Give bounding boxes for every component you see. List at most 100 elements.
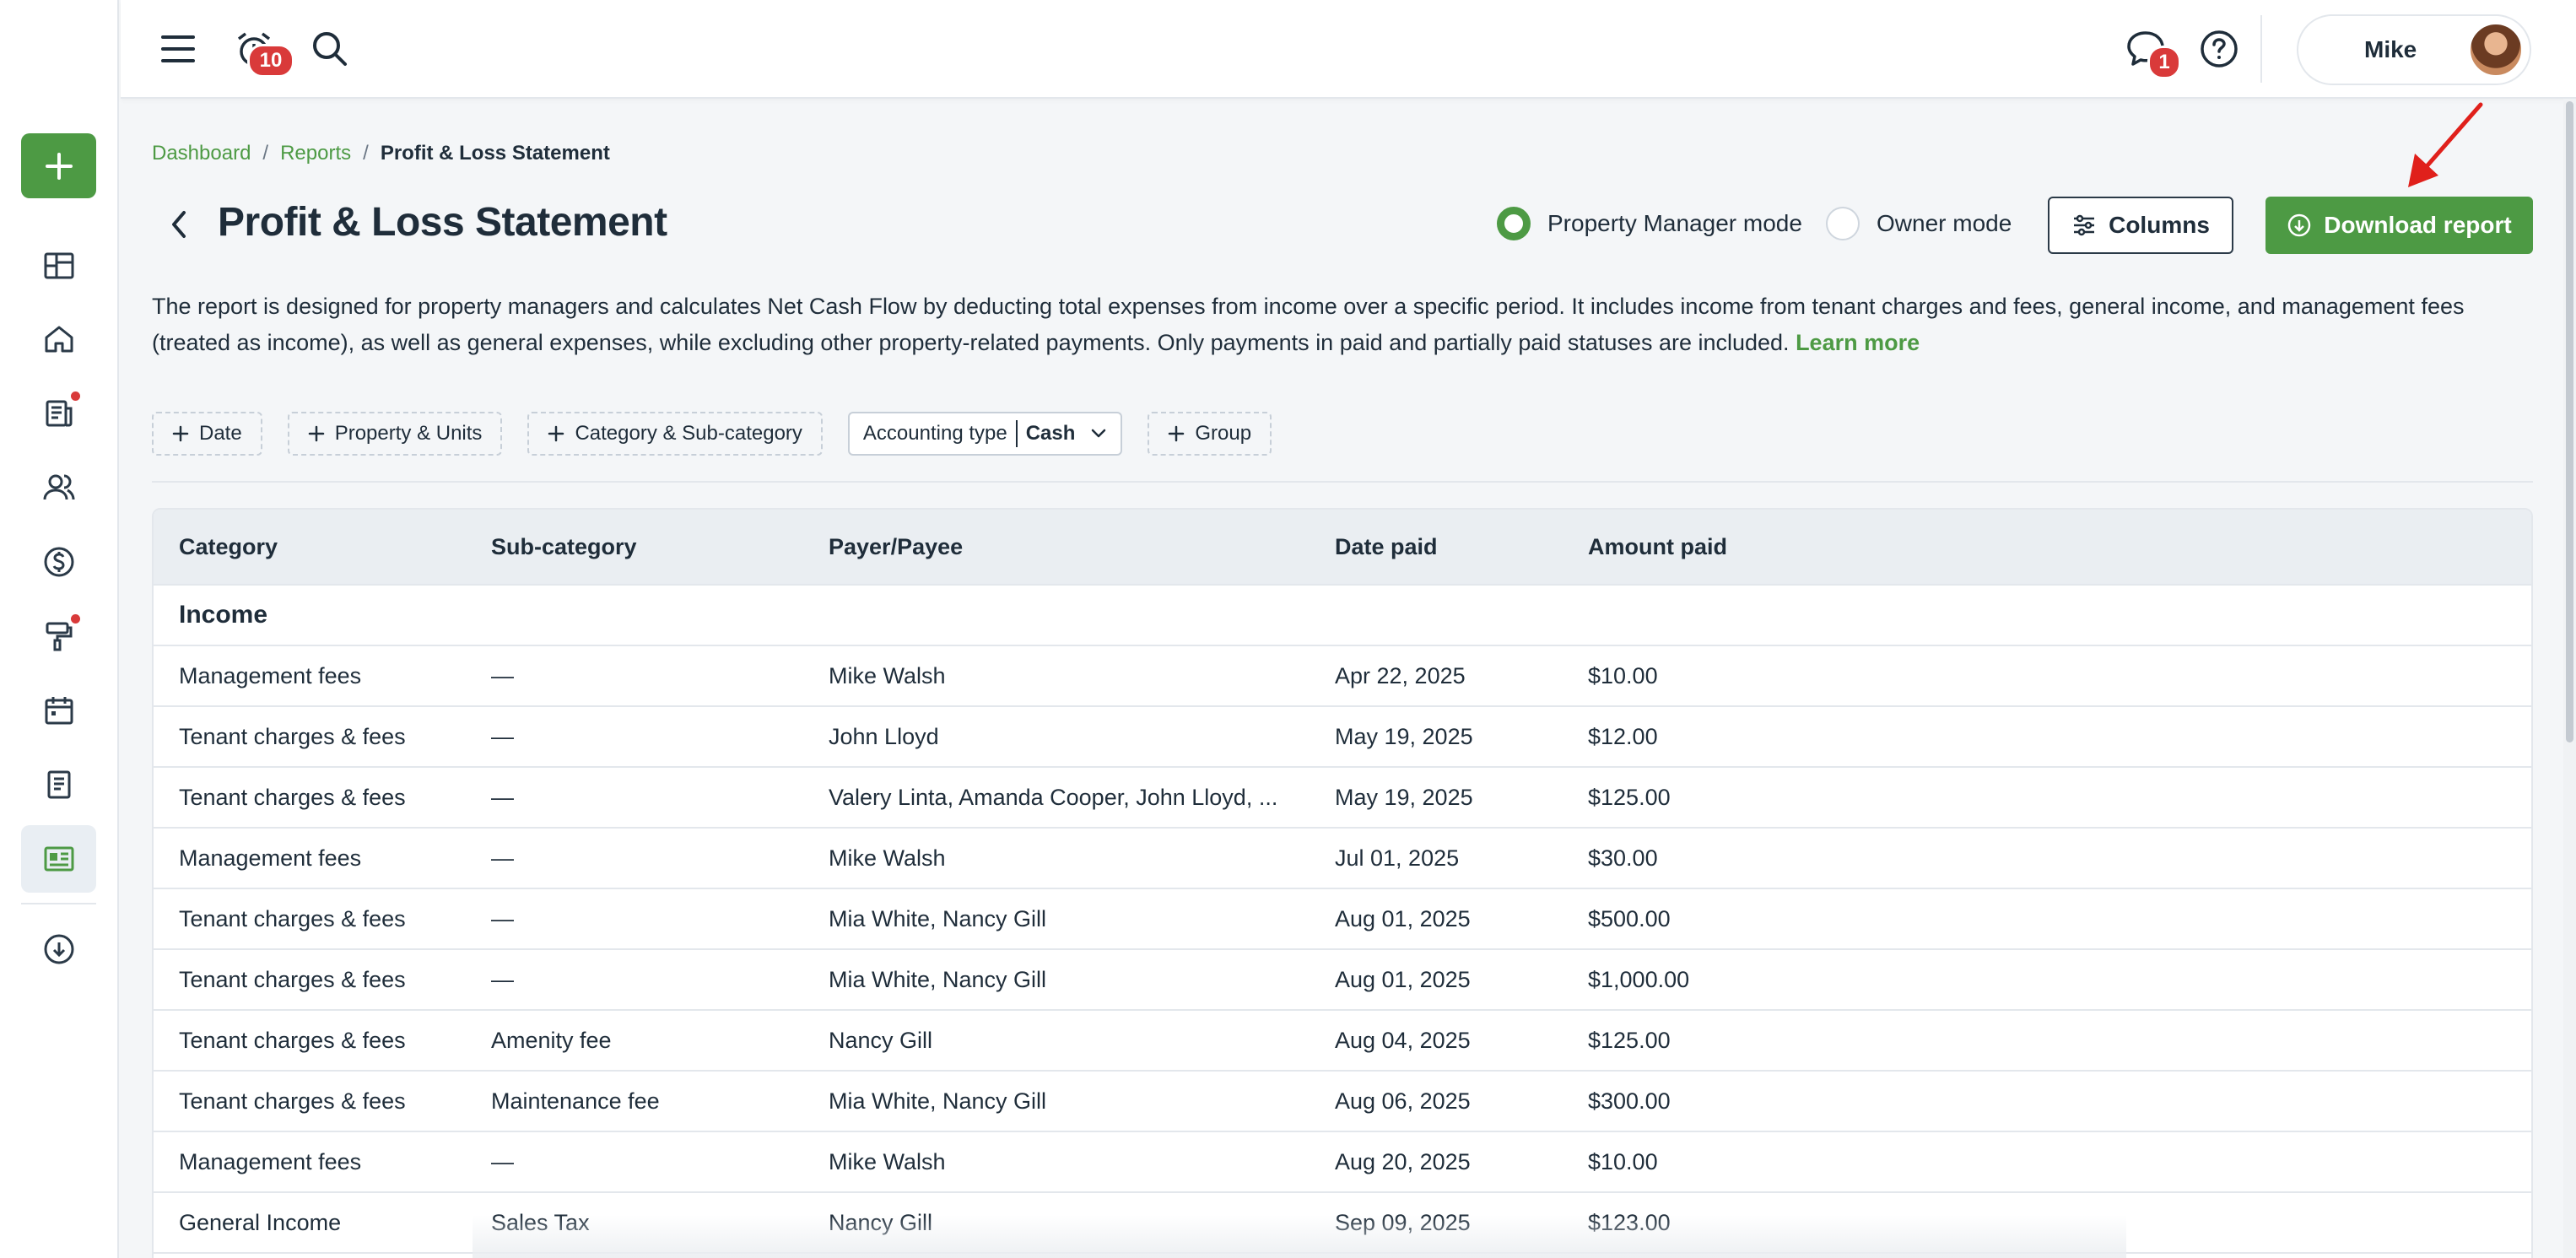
cell-payer-payee: John Lloyd (829, 723, 939, 749)
download-report-label: Download report (2324, 212, 2512, 238)
breadcrumb-reports[interactable]: Reports (280, 142, 351, 165)
cell-category: Tenant charges & fees (179, 1027, 406, 1053)
hamburger-icon (161, 35, 195, 62)
download-report-button[interactable]: Download report (2265, 197, 2533, 254)
cell-date-paid: May 19, 2025 (1335, 784, 1473, 810)
cell-payer-payee: Mia White, Nancy Gill (829, 905, 1047, 931)
table-row[interactable]: Management fees — Mike Walsh Apr 22, 2025 $1… (154, 646, 2531, 707)
page-title: Profit & Loss Statement (218, 200, 667, 245)
cell-payer-payee: Mia White, Nancy Gill (829, 966, 1047, 992)
document-icon (47, 770, 70, 799)
cell-amount-paid: $10.00 (1588, 1148, 1658, 1174)
search-button[interactable] (306, 25, 354, 73)
group-filter-chip[interactable]: Group (1148, 412, 1272, 456)
radio-unselected-icon (1826, 207, 1860, 240)
avatar (2469, 23, 2523, 77)
table-row[interactable]: Tenant charges & fees Amenity fee Nancy Gi… (154, 1011, 2531, 1072)
cell-amount-paid: $125.00 (1588, 784, 1671, 810)
cell-category: Tenant charges & fees (179, 905, 406, 931)
report-table: Category Sub-category Payer/Payee Date p… (152, 508, 2533, 1258)
property-manager-mode-radio[interactable]: Property Manager mode (1497, 207, 1802, 240)
table-row[interactable]: Tenant charges & fees — John Lloyd May 19, … (154, 707, 2531, 768)
cell-sub-category: — (491, 966, 514, 992)
sidebar-item-dashboard[interactable] (21, 232, 96, 300)
header-amount-paid[interactable]: Amount paid (1588, 534, 1727, 560)
accounting-type-value: Cash (1025, 422, 1076, 445)
date-filter-label: Date (199, 422, 242, 445)
sidebar-item-documents[interactable] (21, 751, 96, 818)
table-row[interactable]: Management fees — Mike Walsh Aug 20, 2025 $1… (154, 1132, 2531, 1193)
cell-payer-payee: Valery Linta, Amanda Cooper, John Lloyd,… (829, 784, 1278, 810)
notification-dot (71, 614, 80, 624)
sidebar-add-button[interactable] (21, 133, 96, 198)
header-date-paid[interactable]: Date paid (1335, 534, 1438, 560)
breadcrumb-current: Profit & Loss Statement (380, 142, 610, 165)
table-row[interactable]: Tenant charges & fees Maintenance fee Mia … (154, 1072, 2531, 1132)
cell-category: Tenant charges & fees (179, 723, 406, 749)
messages-badge: 1 (2147, 46, 2181, 79)
cell-sub-category: Amenity fee (491, 1027, 612, 1053)
menu-button[interactable] (154, 25, 202, 73)
cell-payer-payee: Mike Walsh (829, 1148, 946, 1174)
sidebar-item-downloads[interactable] (21, 915, 96, 983)
header-category[interactable]: Category (179, 534, 278, 560)
back-button[interactable] (162, 206, 196, 243)
notifications-button[interactable]: 10 (229, 24, 294, 78)
help-button[interactable] (2195, 25, 2243, 73)
table-row[interactable]: Tenant charges & fees — Valery Linta, Aman… (154, 768, 2531, 829)
date-filter-chip[interactable]: Date (152, 412, 262, 456)
table-row[interactable]: Management fees — Mike Walsh Jul 01, 2025 $3… (154, 829, 2531, 889)
filters-divider (152, 481, 2533, 483)
dollar-icon (44, 547, 73, 577)
group-filter-label: Group (1195, 422, 1252, 445)
columns-button[interactable]: Columns (2048, 197, 2233, 254)
sidebar-item-people[interactable] (21, 454, 96, 521)
cell-sub-category: Maintenance fee (491, 1088, 660, 1114)
header-payer-payee[interactable]: Payer/Payee (829, 534, 963, 560)
messages-button[interactable]: 1 (2120, 24, 2181, 79)
sidebar-item-reports[interactable] (21, 825, 96, 893)
leasing-icon (46, 400, 72, 427)
cell-amount-paid: $300.00 (1588, 1088, 1671, 1114)
owner-mode-radio[interactable]: Owner mode (1826, 207, 2012, 240)
group-row-income: Income (154, 586, 2531, 646)
sliders-icon (2074, 214, 2095, 236)
sidebar-divider (21, 903, 96, 904)
plus-icon (1169, 425, 1185, 442)
property-units-filter-chip[interactable]: Property & Units (287, 412, 503, 456)
sidebar (0, 0, 119, 1258)
table-row[interactable]: Tenant charges & fees — Mia White, Nancy G… (154, 889, 2531, 950)
accounting-type-select[interactable]: Accounting type Cash (847, 412, 1123, 456)
accounting-type-divider (1015, 420, 1018, 447)
plus-icon (548, 425, 564, 442)
sidebar-item-accounting[interactable] (21, 528, 96, 596)
breadcrumb-dashboard[interactable]: Dashboard (152, 142, 251, 165)
breadcrumb: Dashboard / Reports / Profit & Loss Stat… (152, 142, 610, 165)
user-menu[interactable]: Mike (2297, 14, 2531, 85)
download-cloud-icon (2288, 213, 2311, 237)
table-header: Category Sub-category Payer/Payee Date p… (154, 510, 2531, 586)
plus-icon (308, 425, 324, 442)
cell-payer-payee: Mia White, Nancy Gill (829, 1088, 1047, 1114)
header-sub-category[interactable]: Sub-category (491, 534, 637, 560)
cell-sub-category: — (491, 723, 514, 749)
cell-sub-category: — (491, 845, 514, 871)
sidebar-item-calendar[interactable] (21, 677, 96, 744)
cell-amount-paid: $500.00 (1588, 905, 1671, 931)
sidebar-item-leasing[interactable] (21, 380, 96, 447)
learn-more-link[interactable]: Learn more (1796, 330, 1920, 355)
cell-date-paid: Aug 01, 2025 (1335, 966, 1471, 992)
category-filter-chip[interactable]: Category & Sub-category (527, 412, 823, 456)
property-units-filter-label: Property & Units (334, 422, 483, 445)
plus-icon (172, 425, 189, 442)
sidebar-item-maintenance[interactable] (21, 602, 96, 670)
table-row[interactable]: Tenant charges & fees — Mia White, Nancy G… (154, 950, 2531, 1011)
cell-sub-category: — (491, 905, 514, 931)
scrollbar-thumb[interactable] (2566, 101, 2573, 742)
sidebar-item-properties[interactable] (21, 305, 96, 373)
cell-payer-payee: Mike Walsh (829, 845, 946, 871)
cell-payer-payee: Nancy Gill (829, 1027, 933, 1053)
cell-category: Tenant charges & fees (179, 1088, 406, 1114)
cell-date-paid: Aug 01, 2025 (1335, 905, 1471, 931)
cell-category: Tenant charges & fees (179, 966, 406, 992)
